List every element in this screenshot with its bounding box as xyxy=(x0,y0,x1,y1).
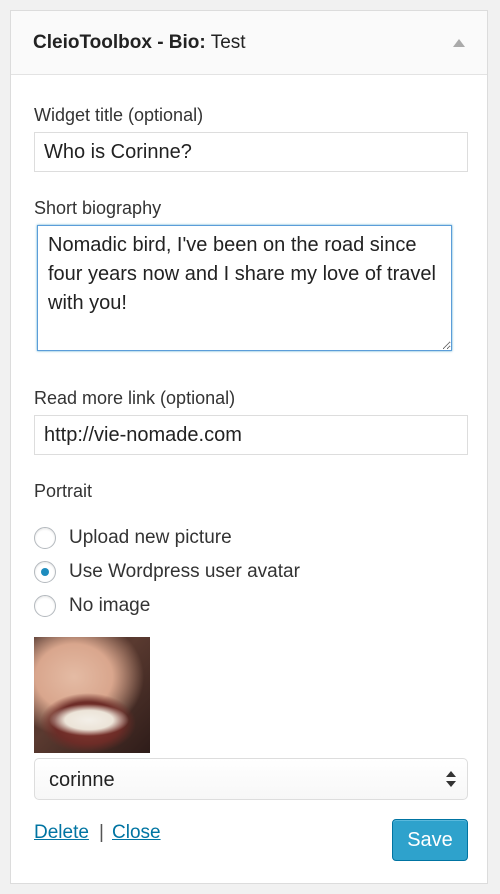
radio-button[interactable] xyxy=(34,595,56,617)
widget-panel: CleioToolbox - Bio: Test Widget title (o… xyxy=(10,10,488,884)
user-select-value: corinne xyxy=(49,769,115,791)
user-select[interactable]: corinne xyxy=(34,758,468,800)
bio-label: Short biography xyxy=(34,198,162,218)
radio-button[interactable] xyxy=(34,527,56,549)
bio-textarea[interactable]: Nomadic bird, I've been on the road sinc… xyxy=(37,225,452,351)
radio-label: Use Wordpress user avatar xyxy=(69,561,300,582)
widget-name: CleioToolbox - Bio: xyxy=(33,32,206,53)
portrait-label: Portrait xyxy=(34,481,93,501)
radio-button-checked[interactable] xyxy=(34,561,56,583)
delete-link[interactable]: Delete xyxy=(34,822,89,844)
close-link[interactable]: Close xyxy=(112,822,161,844)
collapse-arrow-icon[interactable] xyxy=(453,39,465,47)
read-more-input[interactable]: http://vie-nomade.com xyxy=(34,415,468,455)
save-button[interactable]: Save xyxy=(392,819,468,861)
widget-title-input[interactable]: Who is Corinne? xyxy=(34,132,468,172)
radio-label: Upload new picture xyxy=(69,527,232,548)
select-arrows-icon xyxy=(445,768,457,790)
avatar-image xyxy=(34,637,150,753)
read-more-label: Read more link (optional) xyxy=(34,388,236,408)
radio-label: No image xyxy=(69,595,151,616)
link-separator: | xyxy=(99,822,104,843)
widget-header[interactable]: CleioToolbox - Bio: Test xyxy=(11,11,487,75)
widget-header-title: CleioToolbox - Bio: Test xyxy=(33,31,246,55)
widget-instance-title: Test xyxy=(210,32,246,53)
widget-title-label: Widget title (optional) xyxy=(34,105,204,125)
